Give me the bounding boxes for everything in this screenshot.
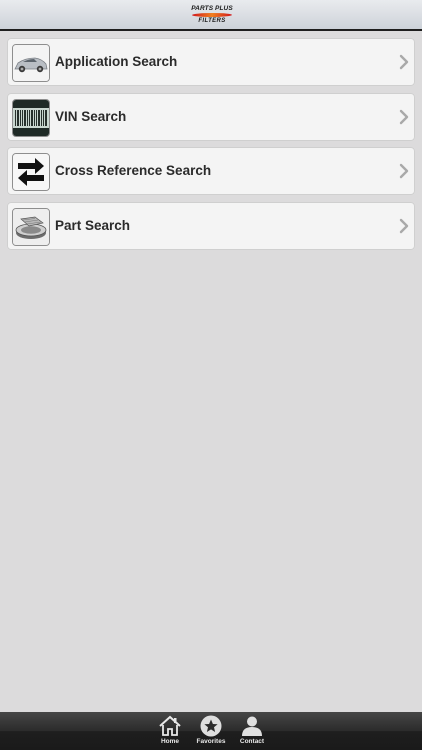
logo-swoosh [191,13,233,17]
logo-text: PARTS PLUS [191,5,233,12]
home-icon [159,715,181,736]
row-label: Application Search [55,54,178,69]
chevron-right-icon [399,218,409,233]
chevron-right-icon [399,109,409,124]
search-menu: Application Search VIN Search Cross Refe… [7,38,415,256]
tab-label: Contact [239,738,265,745]
application-search-row[interactable]: Application Search [7,38,415,86]
chevron-right-icon [399,163,409,179]
part-search-row[interactable]: Part Search [7,201,415,250]
cross-reference-search-row[interactable]: Cross Reference Search [7,147,415,195]
top-header: PARTS PLUS FILTERS [0,0,422,31]
row-label: VIN Search [55,108,127,124]
vin-search-row[interactable]: VIN Search [7,92,415,141]
swap-arrows-icon [12,153,50,191]
bottom-tab-bar: Home Favorites Contact [0,712,422,750]
parts-plus-filters-logo: PARTS PLUS FILTERS [190,5,234,27]
tab-contact[interactable]: Contact [232,712,272,750]
logo-subtext: FILTERS [198,18,226,24]
filter-part-icon [12,207,50,246]
person-icon [242,716,262,736]
row-label: Cross Reference Search [55,163,212,178]
barcode-icon [12,98,50,137]
star-icon [200,715,222,737]
chevron-right-icon [399,54,409,70]
car-icon [12,44,50,82]
row-label: Part Search [55,217,131,233]
